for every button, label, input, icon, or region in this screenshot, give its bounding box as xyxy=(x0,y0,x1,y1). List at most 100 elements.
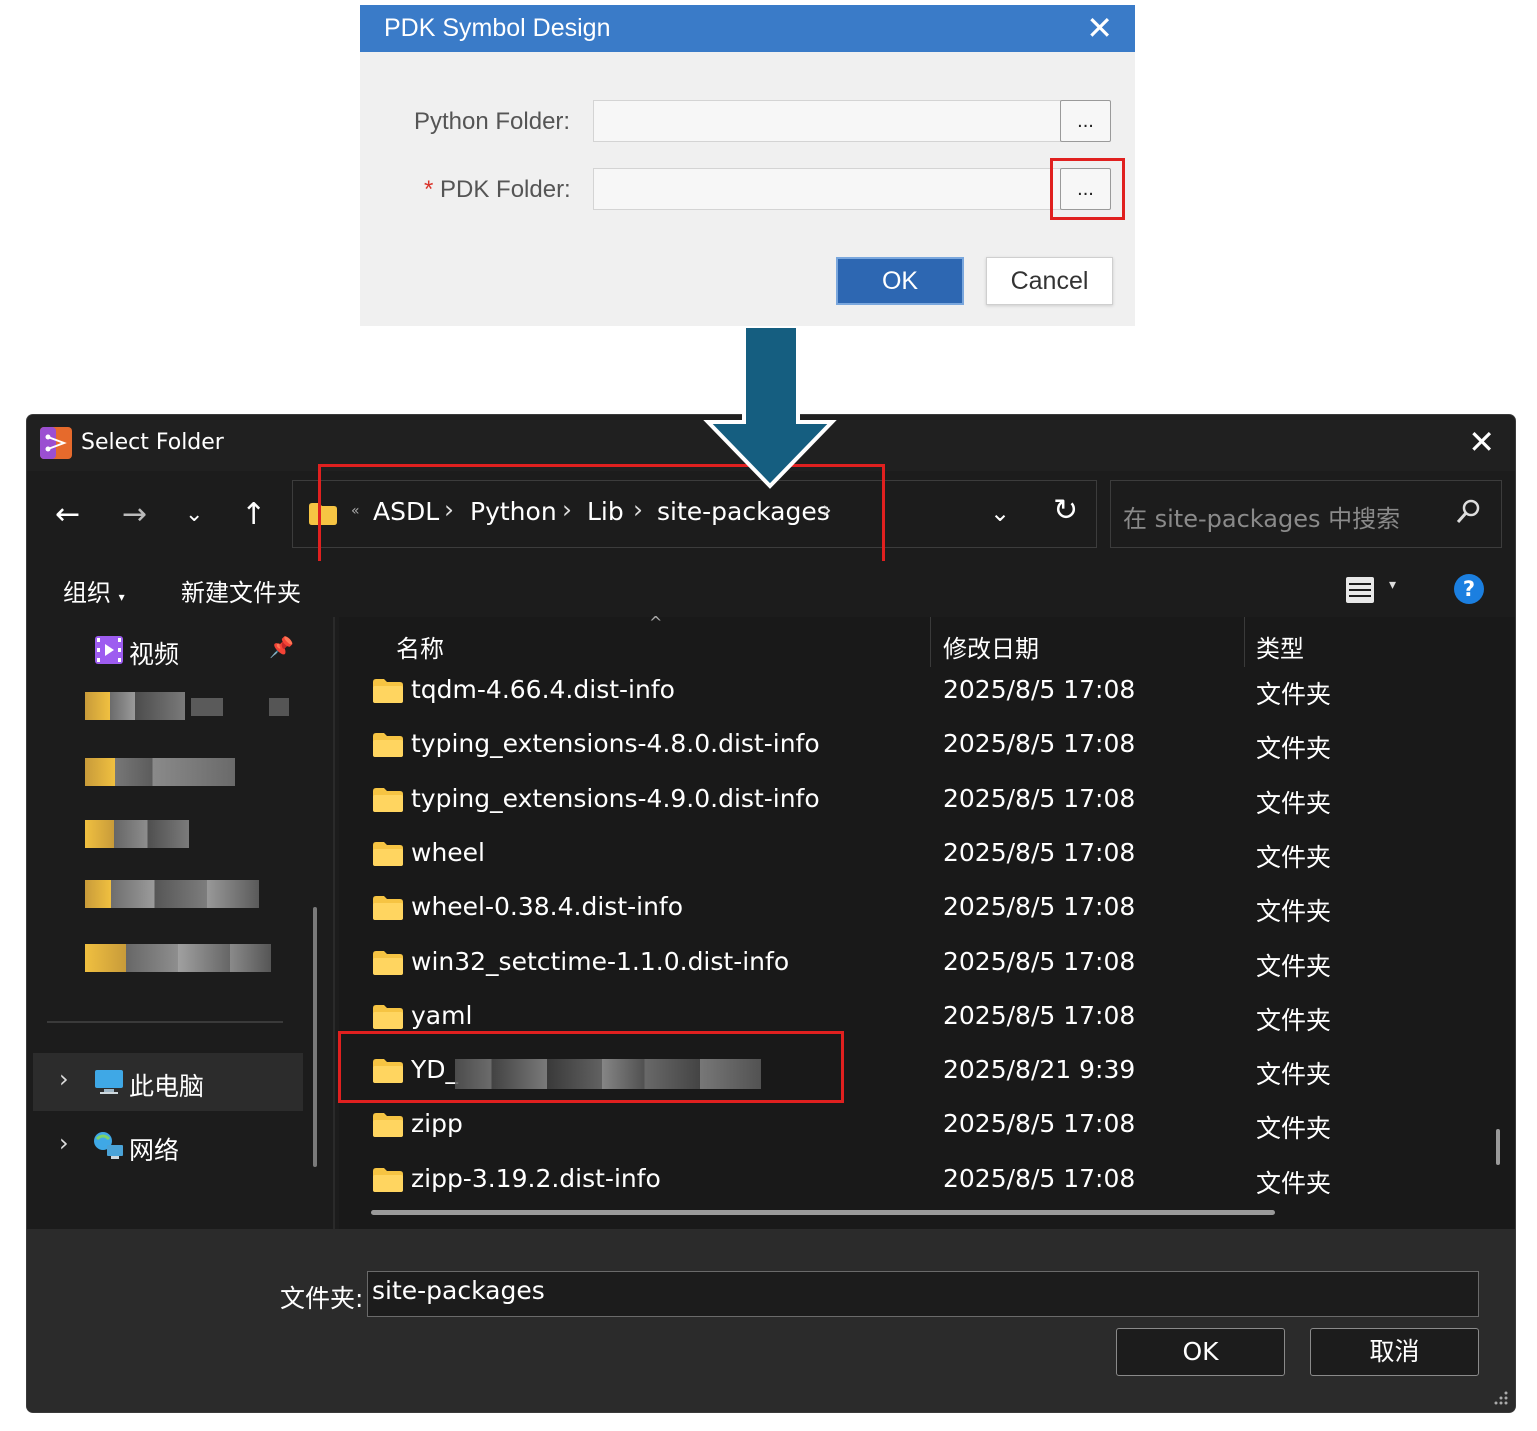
file-row[interactable]: yaml 2025/8/5 17:08 文件夹 xyxy=(339,991,1489,1045)
pdk-folder-input[interactable] xyxy=(593,168,1061,210)
sidebar-scrollbar[interactable] xyxy=(313,907,317,1167)
ok-button[interactable]: OK xyxy=(1116,1328,1285,1376)
column-header-type[interactable]: 类型 xyxy=(1256,629,1304,664)
close-icon[interactable]: ✕ xyxy=(1468,423,1495,461)
file-type: 文件夹 xyxy=(1256,788,1332,818)
file-date: 2025/8/5 17:08 xyxy=(943,1163,1136,1193)
video-folder-icon xyxy=(95,636,123,664)
file-row[interactable]: YD_ 2025/8/21 9:39 文件夹 xyxy=(339,1045,1489,1099)
file-row[interactable]: win32_setctime-1.1.0.dist-info 2025/8/5 1… xyxy=(339,937,1489,991)
horizontal-scrollbar[interactable] xyxy=(371,1210,1275,1215)
refresh-icon[interactable]: ↻ xyxy=(1053,493,1078,528)
column-divider[interactable] xyxy=(1244,617,1245,667)
cancel-button[interactable]: Cancel xyxy=(986,257,1113,305)
new-folder-button[interactable]: 新建文件夹 xyxy=(181,573,301,608)
file-type: 文件夹 xyxy=(1256,1114,1332,1144)
breadcrumb-asdl[interactable]: ASDL xyxy=(373,497,439,526)
sidebar-item-redacted[interactable] xyxy=(27,744,327,802)
file-date: 2025/8/5 17:08 xyxy=(943,892,1136,922)
file-row[interactable]: typing_extensions-4.9.0.dist-info 2025/8/… xyxy=(339,774,1489,828)
redacted-item-label xyxy=(85,820,189,848)
chevron-down-icon[interactable]: ⌄ xyxy=(990,499,1010,527)
close-icon[interactable]: ✕ xyxy=(1086,9,1113,47)
file-row[interactable]: wheel-0.38.4.dist-info 2025/8/5 17:08 文件夹 xyxy=(339,882,1489,936)
file-row[interactable]: tqdm-4.66.4.dist-info 2025/8/5 17:08 文件夹 xyxy=(339,665,1489,719)
folder-icon xyxy=(373,841,403,866)
breadcrumb-site-packages[interactable]: site-packages xyxy=(657,497,830,526)
sidebar-divider xyxy=(47,1021,283,1023)
python-folder-label: Python Folder: xyxy=(414,108,571,135)
caret-down-icon[interactable]: ▾ xyxy=(1389,577,1396,593)
file-type: 文件夹 xyxy=(1256,1005,1332,1035)
folder-icon xyxy=(373,733,403,758)
breadcrumb-separator: › xyxy=(444,495,454,524)
file-name: typing_extensions-4.9.0.dist-info xyxy=(411,783,820,813)
ok-button[interactable]: OK xyxy=(836,257,964,305)
pin-icon: 📌 xyxy=(269,635,294,659)
file-type: 文件夹 xyxy=(1256,1060,1332,1090)
cancel-button[interactable]: 取消 xyxy=(1310,1328,1479,1376)
breadcrumb-python[interactable]: Python xyxy=(470,497,557,526)
chevron-right-icon[interactable]: › xyxy=(59,1129,69,1157)
pdk-symbol-design-dialog: PDK Symbol Design ✕ Python Folder: ... *… xyxy=(360,5,1135,326)
column-divider[interactable] xyxy=(930,617,931,667)
vertical-scrollbar[interactable] xyxy=(1496,1129,1500,1165)
sidebar-item-label: 此电脑 xyxy=(129,1072,205,1101)
sidebar-item-network[interactable]: › 网络 xyxy=(27,1117,327,1175)
file-row[interactable]: typing_extensions-4.8.0.dist-info 2025/8/… xyxy=(339,719,1489,773)
file-date: 2025/8/5 17:08 xyxy=(943,946,1136,976)
redacted-item-label xyxy=(85,880,259,908)
chevron-right-icon[interactable]: › xyxy=(59,1065,69,1093)
sort-caret-up-icon: ^ xyxy=(649,613,663,632)
folder-icon xyxy=(373,787,403,812)
back-arrow-icon[interactable]: ← xyxy=(55,495,80,535)
file-name: wheel xyxy=(411,837,485,867)
up-arrow-icon[interactable]: ↑ xyxy=(241,495,266,535)
folder-name-input[interactable]: site-packages xyxy=(367,1271,1479,1317)
file-name: YD_ xyxy=(411,1055,459,1085)
file-row[interactable]: wheel 2025/8/5 17:08 文件夹 xyxy=(339,828,1489,882)
help-icon[interactable]: ? xyxy=(1454,574,1484,604)
app-icon xyxy=(40,427,72,459)
pdk-folder-browse-button[interactable]: ... xyxy=(1060,168,1111,210)
folder-icon xyxy=(373,1004,403,1029)
sidebar-item-this-pc[interactable]: › 此电脑 xyxy=(33,1053,303,1111)
folder-icon xyxy=(373,950,403,975)
file-name: yaml xyxy=(411,1000,473,1030)
sidebar-item-redacted[interactable] xyxy=(27,806,327,864)
sidebar-item-redacted[interactable] xyxy=(27,682,327,740)
folder-icon xyxy=(373,1113,403,1138)
organize-menu[interactable]: 组织 ▾ xyxy=(63,573,125,608)
pdk-dialog-title: PDK Symbol Design xyxy=(384,14,611,42)
file-row[interactable]: zipp 2025/8/5 17:08 文件夹 xyxy=(339,1099,1489,1153)
file-type: 文件夹 xyxy=(1256,734,1332,764)
recent-locations-chevron-icon[interactable]: ⌄ xyxy=(185,495,203,535)
redacted-item-label xyxy=(85,758,235,786)
file-name: zipp-3.19.2.dist-info xyxy=(411,1163,661,1193)
file-name: tqdm-4.66.4.dist-info xyxy=(411,675,675,704)
python-folder-browse-button[interactable]: ... xyxy=(1060,100,1111,142)
forward-arrow-icon[interactable]: → xyxy=(122,495,147,535)
column-header-date[interactable]: 修改日期 xyxy=(943,629,1039,664)
sidebar-item-redacted[interactable] xyxy=(27,930,327,988)
down-arrow-icon xyxy=(703,326,837,489)
redacted-item-label xyxy=(269,698,289,716)
file-row[interactable]: zipp-3.19.2.dist-info 2025/8/5 17:08 文件夹 xyxy=(339,1154,1489,1208)
address-bar[interactable]: « ASDL › Python › Lib › site-packages › … xyxy=(292,480,1097,548)
folder-icon xyxy=(373,896,403,921)
dialog-title: Select Folder xyxy=(81,430,224,455)
view-options-icon[interactable] xyxy=(1343,573,1377,607)
folder-icon xyxy=(373,1167,403,1192)
file-date: 2025/8/5 17:08 xyxy=(943,783,1136,813)
breadcrumb-lib[interactable]: Lib xyxy=(587,497,624,526)
search-box[interactable]: 在 site-packages 中搜索 xyxy=(1110,480,1502,548)
column-header-name[interactable]: 名称 xyxy=(396,629,444,664)
resize-grip-icon[interactable] xyxy=(1493,1390,1509,1406)
python-folder-input[interactable] xyxy=(593,100,1061,142)
file-date: 2025/8/21 9:39 xyxy=(943,1055,1136,1085)
pane-splitter[interactable] xyxy=(333,617,335,1229)
file-type: 文件夹 xyxy=(1256,951,1332,981)
search-icon xyxy=(1456,499,1480,523)
sidebar-item-videos[interactable]: 视频 📌 xyxy=(27,621,327,679)
sidebar-item-redacted[interactable] xyxy=(27,868,327,926)
